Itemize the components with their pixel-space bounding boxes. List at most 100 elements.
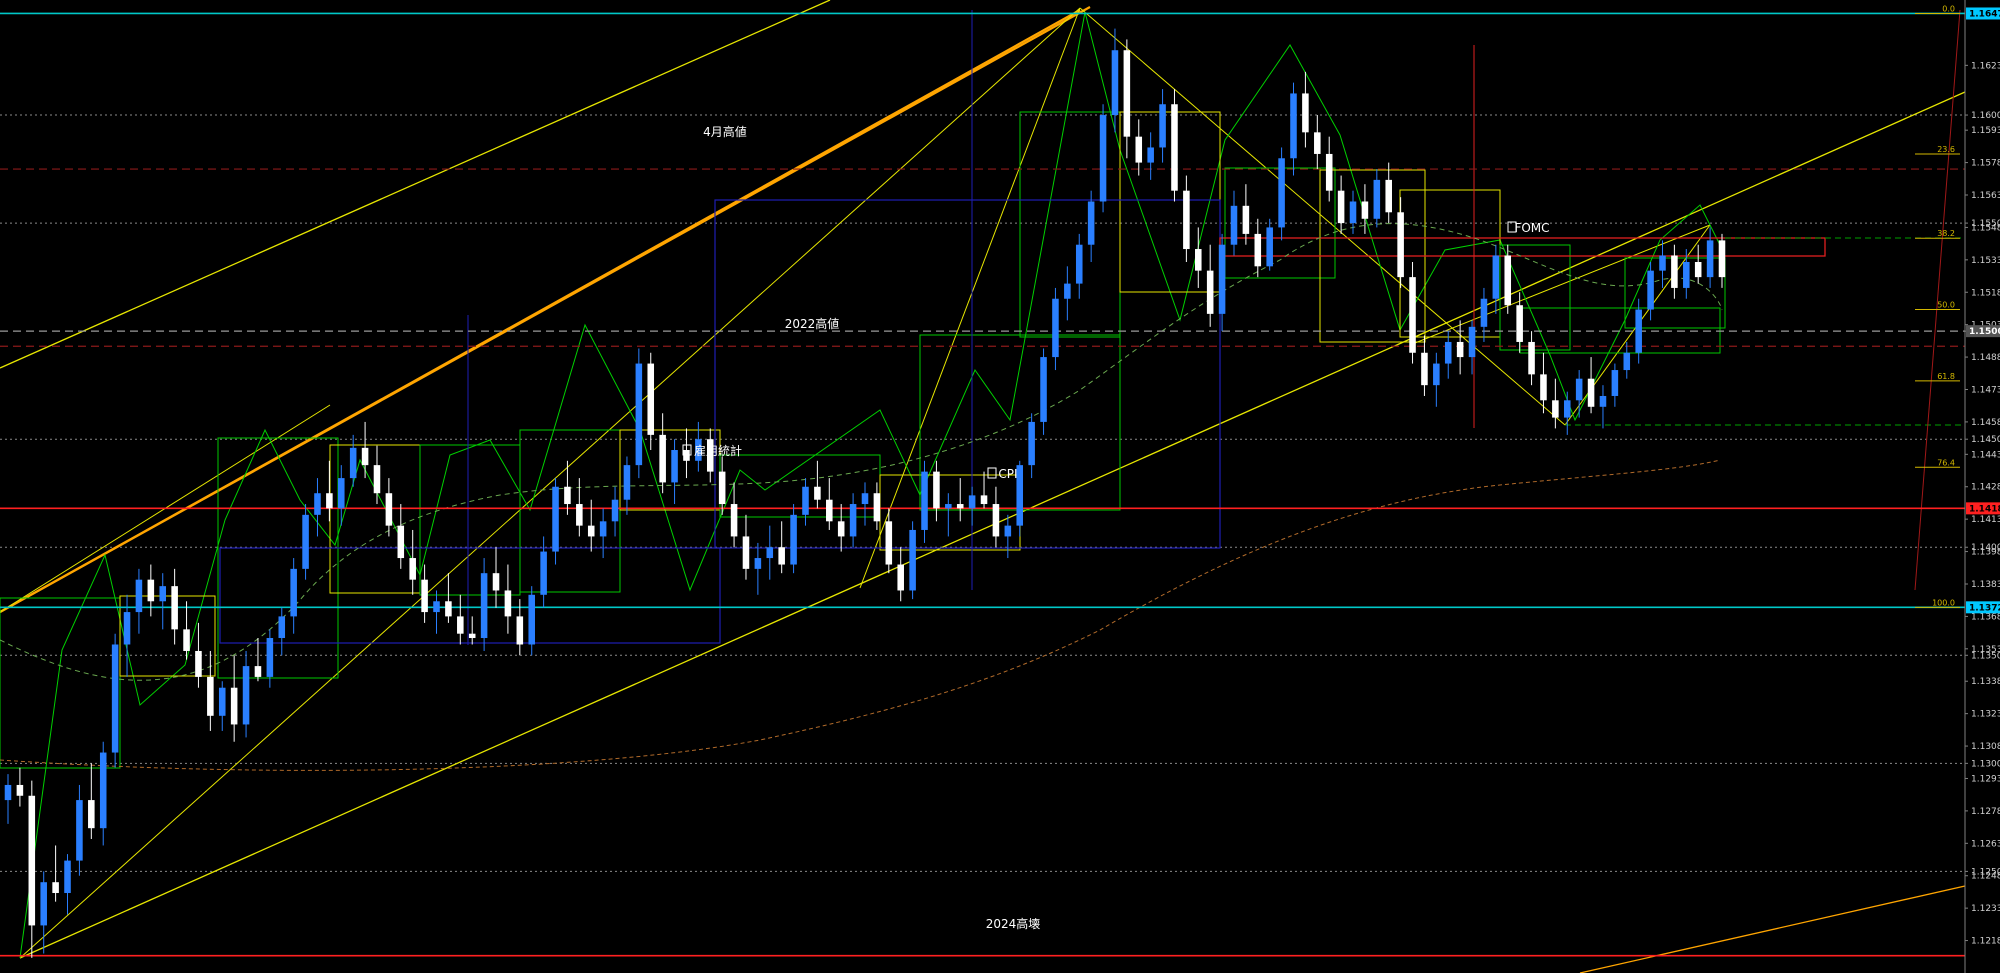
candle-body (1373, 179, 1381, 219)
candle-body (1325, 153, 1333, 191)
candle-body (445, 601, 452, 617)
candle-body (159, 586, 167, 602)
candle-body (1337, 190, 1345, 224)
axis-tick-label: 1.16230 (1971, 61, 2000, 71)
candle-body (1159, 104, 1166, 148)
candle-body (1540, 374, 1547, 401)
candle-body (1385, 179, 1392, 213)
candle-body (1242, 205, 1250, 234)
axis-tick-label: 1.14280 (1971, 483, 2000, 493)
price-tag-label: 1.1500 (1969, 327, 2000, 337)
candle-body (1694, 261, 1702, 278)
axis-tick-label: 1.13080 (1971, 742, 2000, 752)
candle-body (254, 666, 262, 677)
candle-body (242, 666, 250, 725)
candle-body (1254, 233, 1262, 267)
candle-body (980, 495, 988, 505)
candle-body (147, 579, 155, 602)
candle-body (1183, 190, 1190, 250)
fib-level-label: 38.2 (1937, 229, 1955, 238)
axis-tick-label: 1.14430 (1971, 450, 2000, 460)
candle-body (1671, 255, 1678, 288)
candle-body (623, 465, 631, 500)
candle-body (790, 514, 797, 565)
candle-body (1635, 309, 1642, 353)
candle-body (1421, 352, 1428, 386)
candle-body (1516, 305, 1523, 342)
price-chart[interactable]: 0.0 23.6 38.2 50.0 61.8 76.4 100.0 4月高値 2022高値 2… (0, 0, 2000, 973)
price-tag-label: 1.1647 (1969, 9, 2000, 19)
candle-body (1064, 283, 1071, 299)
candle-body (564, 486, 571, 505)
candle-body (1147, 147, 1154, 163)
candle-body (814, 486, 821, 500)
candle-body (1099, 115, 1107, 202)
candle-body (742, 536, 750, 569)
candle-body (611, 499, 619, 522)
price-tag-label: 1.1418 (1969, 504, 2000, 514)
candle-body (1111, 50, 1119, 116)
candle-body (1218, 244, 1226, 314)
candle-body (1230, 205, 1238, 245)
candle-body (1718, 240, 1726, 278)
candle-body (933, 471, 940, 509)
candle-body (956, 504, 964, 509)
candle-body (635, 363, 643, 466)
candle-body (826, 499, 833, 522)
candle-body (1706, 240, 1714, 278)
candle-body (599, 521, 607, 537)
candle-body (1504, 255, 1512, 306)
candle-body (659, 434, 666, 483)
candle-body (1563, 400, 1571, 418)
candle-body (1075, 244, 1083, 284)
chart-annotation: 雇用統計 (694, 443, 742, 458)
candle-body (647, 363, 655, 435)
candle-body (849, 504, 857, 537)
candle-body (207, 676, 214, 716)
chart-background (0, 0, 2000, 973)
axis-tick-label: 1.15330 (1971, 256, 2000, 266)
candle-body (40, 882, 47, 926)
candle-body (1302, 93, 1309, 133)
candle-body (1647, 270, 1654, 310)
candle-body (230, 687, 238, 725)
axis-tick-label: 1.14580 (1971, 418, 2000, 428)
candle-body (1528, 341, 1535, 375)
chart-annotation: 2024高壊 (986, 916, 1041, 931)
candle-body (1028, 421, 1035, 466)
axis-tick-label: 1.16000 (1971, 111, 2000, 121)
candle-body (1135, 136, 1143, 163)
candle-body (576, 504, 583, 526)
fib-level-label: 50.0 (1937, 301, 1955, 310)
candle-body (1087, 201, 1095, 245)
candle-body (516, 616, 524, 645)
candle-body (671, 450, 678, 483)
axis-tick-label: 1.13500 (1971, 651, 2000, 661)
candle-body (111, 644, 119, 753)
candle-body (1397, 212, 1404, 278)
candle-body (1206, 270, 1214, 314)
candle-body (457, 616, 464, 634)
axis-tick-label: 1.12180 (1971, 937, 2000, 947)
candle-body (861, 493, 869, 505)
candle-body (135, 579, 143, 613)
chart-annotation: 4月高値 (703, 124, 747, 139)
price-axis[interactable]: 1.162301.160001.159301.157801.156301.155… (1964, 0, 2000, 973)
axis-tick-label: 1.12780 (1971, 807, 2000, 817)
candle-body (1278, 158, 1285, 228)
candle-body (1040, 357, 1047, 422)
candle-body (397, 525, 405, 559)
candle-body (897, 564, 904, 591)
candle-body (528, 594, 535, 645)
candle-body (778, 547, 785, 565)
candle-body (992, 504, 1000, 537)
candle-body (1468, 326, 1476, 358)
axis-tick-label: 1.13980 (1971, 548, 2000, 558)
axis-tick-label: 1.15180 (1971, 288, 2000, 298)
candle-body (409, 558, 416, 580)
candle-body (1552, 400, 1559, 418)
candle-body (1266, 227, 1273, 267)
candle-body (837, 521, 845, 537)
candle-body (16, 784, 24, 796)
candle-body (183, 629, 190, 651)
